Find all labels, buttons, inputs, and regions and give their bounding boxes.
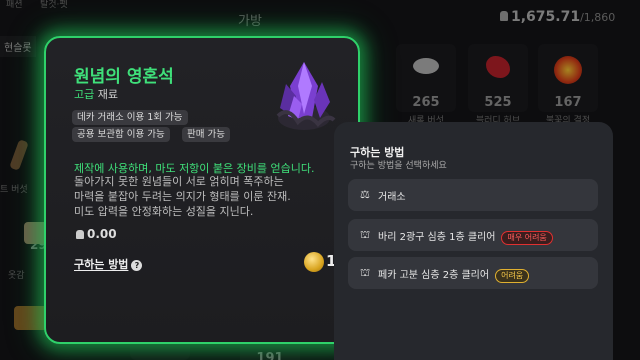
weight-icon bbox=[76, 230, 84, 239]
help-icon[interactable]: ? bbox=[131, 260, 143, 271]
how-to-obtain-link[interactable]: 구하는 방법? bbox=[74, 256, 143, 272]
item-tag: 데카 거래소 이용 1회 가능 bbox=[72, 110, 188, 125]
item-weight: 0.00 bbox=[76, 227, 117, 241]
soul-stone-icon bbox=[276, 62, 336, 130]
item-grade: 고급 재료 bbox=[74, 86, 118, 102]
option-label: 바리 2광구 심층 1층 클리어 bbox=[378, 232, 496, 243]
option-dungeon-1[interactable]: ⛫ 바리 2광구 심층 1층 클리어 매우 어려움 bbox=[348, 219, 598, 251]
option-label: 거래소 bbox=[378, 192, 406, 203]
difficulty-badge: 어려움 bbox=[495, 269, 530, 283]
option-text: 바리 2광구 심층 1층 클리어 매우 어려움 bbox=[378, 228, 553, 245]
item-type: 재료 bbox=[97, 88, 118, 101]
how-to-obtain-label: 구하는 방법 bbox=[74, 258, 129, 271]
item-lore-text: 돌아가지 못한 원념들이 서로 얽히며 폭주하는 마력을 붙잡아 두려는 의지가… bbox=[74, 175, 291, 218]
dungeon-icon: ⛫ bbox=[360, 228, 371, 241]
option-label: 페카 고분 심층 2층 클리어 bbox=[378, 270, 490, 281]
gold-coin-icon bbox=[304, 252, 324, 272]
scale-icon: ⚖ bbox=[360, 188, 370, 201]
option-text: 페카 고분 심층 2층 클리어 어려움 bbox=[378, 266, 530, 283]
popup-subtitle: 구하는 방법을 선택하세요 bbox=[350, 161, 447, 171]
item-name: 원념의 영혼석 bbox=[74, 67, 174, 87]
option-dungeon-2[interactable]: ⛫ 페카 고분 심층 2층 클리어 어려움 bbox=[348, 257, 598, 289]
dungeon-icon: ⛫ bbox=[360, 266, 371, 279]
item-weight-value: 0.00 bbox=[87, 227, 117, 241]
option-exchange[interactable]: ⚖ 거래소 bbox=[348, 179, 598, 211]
item-detail-card: 원념의 영혼석 고급 재료 데카 거래소 이용 1회 가능 공용 보관함 이용 … bbox=[44, 36, 360, 344]
item-tag: 공용 보관함 이용 가능 bbox=[72, 127, 170, 142]
difficulty-badge: 매우 어려움 bbox=[501, 231, 553, 245]
grade-label: 고급 bbox=[74, 88, 95, 101]
acquisition-popup: 구하는 방법 구하는 방법을 선택하세요 ⚖ 거래소 ⛫ 바리 2광구 심층 1… bbox=[334, 122, 613, 360]
item-tag: 판매 가능 bbox=[182, 127, 230, 142]
